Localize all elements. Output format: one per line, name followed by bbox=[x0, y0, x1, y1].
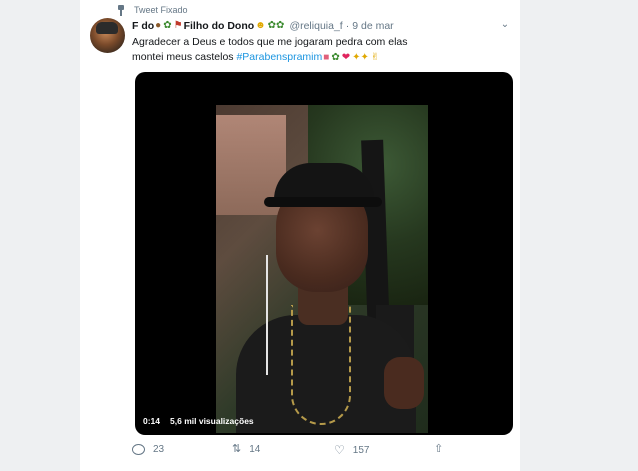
leaf-emoji-icon-3: ✿ bbox=[331, 52, 340, 63]
tweet-actions: 23 ⇅ 14 ♡ 157 ⇧ bbox=[132, 444, 502, 460]
video-player[interactable]: 0:14 5,6 mil visualizações bbox=[135, 72, 513, 435]
video-views: 5,6 mil visualizações bbox=[170, 416, 254, 426]
video-stats: 0:14 5,6 mil visualizações bbox=[143, 416, 254, 426]
reply-icon bbox=[132, 444, 145, 455]
page-background-right bbox=[520, 0, 638, 471]
tweet-header: F do ● ✿ ⚑ Filho do Dono ☻ ✿✿ @reliquia_… bbox=[132, 19, 394, 33]
sparkle-emoji-icon: ● bbox=[155, 20, 162, 31]
leaf-emoji-icon: ✿ bbox=[163, 20, 172, 31]
like-icon: ♡ bbox=[334, 443, 345, 457]
heart-emoji-icon: ❤ bbox=[341, 52, 351, 63]
sparkle-emoji-icon-2: ✦✦ bbox=[352, 52, 369, 63]
video-frame[interactable] bbox=[216, 105, 428, 433]
video-earbud-wire bbox=[266, 255, 268, 375]
retweet-count: 14 bbox=[249, 444, 261, 455]
retweet-button[interactable]: ⇅ 14 bbox=[232, 443, 261, 456]
hashtag-link[interactable]: #Parabenspramim bbox=[236, 51, 322, 63]
reply-count: 23 bbox=[153, 444, 165, 455]
cake-emoji-icon: ■ bbox=[323, 52, 330, 63]
pinned-indicator: Tweet Fixado bbox=[116, 4, 188, 16]
tweet-text: Agradecer a Deus e todos que me jogaram … bbox=[132, 35, 422, 65]
face-emoji-icon: ☻ bbox=[255, 20, 266, 31]
like-count: 157 bbox=[352, 444, 370, 456]
share-button[interactable]: ⇧ bbox=[434, 444, 443, 455]
header-separator: · bbox=[345, 20, 350, 32]
page-background-left bbox=[0, 0, 80, 471]
display-name-part-1[interactable]: F do bbox=[132, 20, 154, 32]
display-name-part-2[interactable]: Filho do Dono bbox=[184, 20, 255, 32]
video-hand bbox=[384, 357, 424, 409]
video-cap-brim bbox=[264, 197, 382, 207]
tweet-date[interactable]: 9 de mar bbox=[352, 20, 393, 32]
pinned-label: Tweet Fixado bbox=[134, 5, 188, 15]
tweet-card[interactable]: Tweet Fixado F do ● ✿ ⚑ Filho do Dono ☻ … bbox=[80, 0, 520, 471]
avatar[interactable] bbox=[90, 18, 125, 53]
caret-down-icon[interactable]: ⌄ bbox=[500, 20, 510, 30]
video-chain bbox=[291, 305, 351, 425]
user-handle[interactable]: @reliquia_f bbox=[289, 20, 342, 32]
flag-emoji-icon: ⚑ bbox=[173, 20, 183, 31]
retweet-icon: ⇅ bbox=[232, 443, 242, 455]
share-icon: ⇧ bbox=[434, 443, 444, 455]
reply-button[interactable]: 23 bbox=[132, 444, 164, 455]
pin-icon bbox=[116, 4, 126, 16]
like-button[interactable]: ♡ 157 bbox=[334, 444, 369, 456]
leaf-emoji-icon-2: ✿✿ bbox=[267, 20, 285, 31]
video-time: 0:14 bbox=[143, 416, 161, 426]
hands-emoji-icon: ✌ bbox=[370, 52, 380, 63]
